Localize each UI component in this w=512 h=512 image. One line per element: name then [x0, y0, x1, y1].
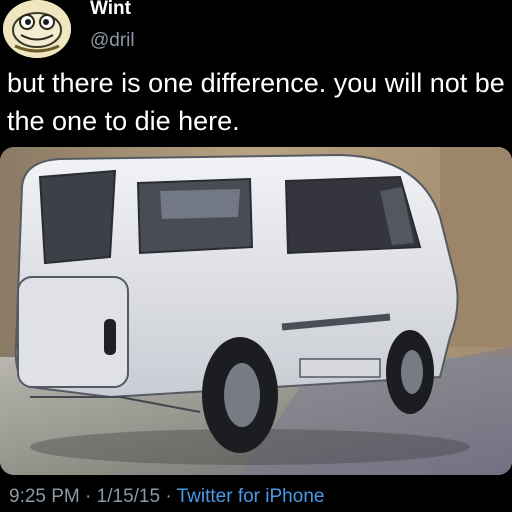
tweet-source-link[interactable]: Twitter for iPhone [177, 486, 325, 507]
tweet-text: but there is one difference. you will no… [7, 68, 505, 136]
tweet-time[interactable]: 9:25 PM [9, 486, 80, 507]
tweet-date[interactable]: 1/15/15 [97, 486, 160, 507]
frog-avatar-icon [3, 0, 71, 58]
van-photo [0, 147, 512, 475]
avatar[interactable] [3, 0, 71, 58]
meta-separator: · [79, 486, 97, 507]
user-handle[interactable]: @dril [90, 30, 135, 52]
tweet-meta: 9:25 PM · 1/15/15 · Twitter for iPhone [9, 486, 324, 508]
tweet-media-image[interactable] [0, 147, 512, 475]
display-name[interactable]: Wint [90, 0, 131, 20]
meta-separator: · [160, 486, 177, 507]
